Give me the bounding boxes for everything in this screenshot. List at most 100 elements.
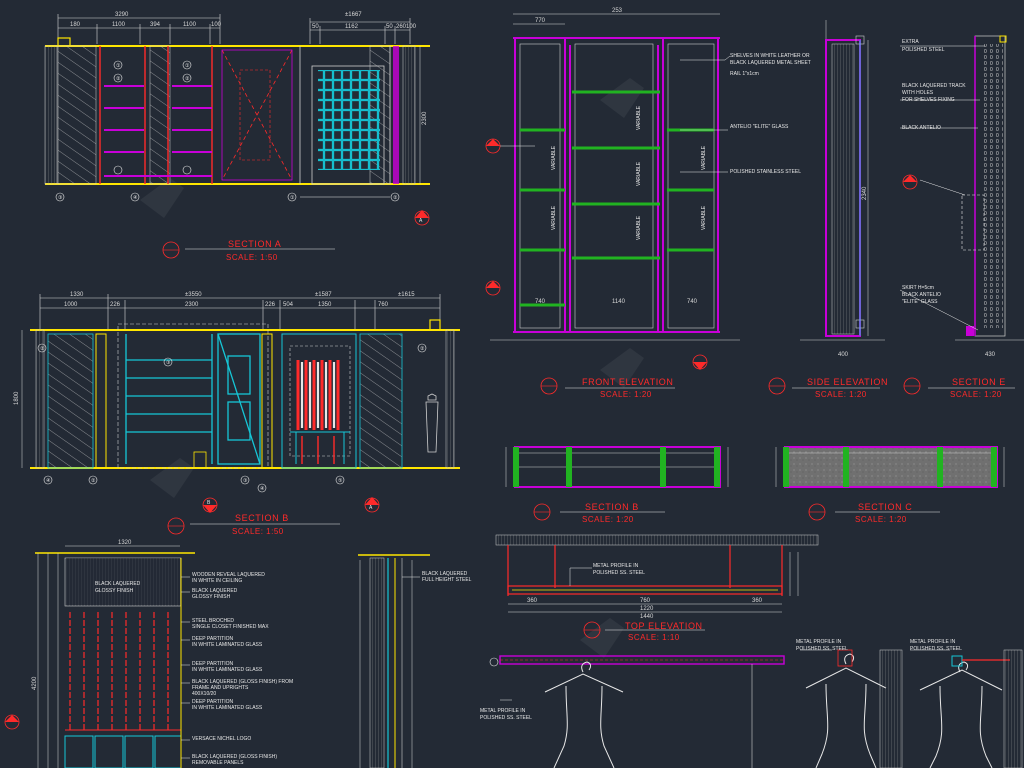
bubble-6: ② [393, 195, 398, 201]
b-dim-2: 1000 [64, 302, 78, 308]
b-dim-5: 226 [265, 302, 276, 308]
e-note-5: FOR SHELVES FIXING [902, 97, 955, 103]
detail-box-note-2: GLOSSY FINISH [95, 588, 134, 594]
dim-right-overall: ±1667 [345, 12, 362, 18]
section-c-drawing: SECTION C SCALE: 1:20 [775, 446, 1005, 524]
wardrobe-detail-drawing: 1320 BLACK LAQUERED GLOSSY FINISH 4200 W… [4, 540, 293, 768]
front-dim-width: 253 [612, 8, 623, 14]
bubble-3: ③ [58, 195, 63, 201]
detail-note-2: IN WHITE IN CEILING [192, 578, 242, 584]
variable-label-7: VARIABLE [701, 205, 707, 230]
e-note-1: EXTRA [902, 39, 919, 45]
section-b-scale: SCALE: 1:50 [232, 527, 284, 536]
e-note-7: SKIRT H=5cm [902, 285, 934, 291]
section-c-scale: SCALE: 1:20 [855, 515, 907, 524]
side-elevation-title: SIDE ELEVATION [807, 377, 888, 387]
b-bubble-8: ⑤ [338, 478, 343, 484]
section-b-small-scale: SCALE: 1:20 [582, 515, 634, 524]
detail-dim-width: 1320 [118, 540, 132, 546]
e-note-3: BLACK LAQUERED TRACK [902, 83, 966, 89]
hanger-a-note-1: METAL PROFILE IN [480, 708, 526, 714]
top-elevation-title: TOP ELEVATION [625, 621, 703, 631]
section-a-scale: SCALE: 1:50 [226, 253, 278, 262]
b-bubble-1: ② [40, 346, 45, 352]
detail-note-8: IN WHITE LAMINATED GLASS [192, 642, 263, 648]
bubble-1b: ① [185, 63, 190, 69]
detail-note-16: VERSACE NICHEL LOGO [192, 736, 251, 742]
top-elevation-drawing: 360 760 360 1220 1440 METAL PROFILE IN P… [495, 534, 819, 642]
front-note-3: RAIL 1"x1cm [730, 71, 759, 77]
b-dim-11: 760 [378, 302, 389, 308]
top-dim-1: 360 [527, 598, 538, 604]
e-note-9: "ELITE" GLASS [902, 299, 938, 305]
e-note-8: BLACK ANTELIO [902, 292, 941, 298]
b-dim-8: 2300 [185, 302, 199, 308]
top-note-2: POLISHED SS. STEEL [593, 570, 645, 576]
front-note-1: SHELVES IN WHITE LEATHER OR [730, 53, 810, 59]
dim-height: 2300 [422, 111, 428, 125]
dim-overall: 3290 [115, 12, 129, 18]
section-marker-b2: A [369, 505, 373, 511]
section-b-drawing: 1330 1000 226 ±3550 226 ±1587 ±1615 2300… [14, 292, 460, 536]
variable-label-5: VARIABLE [636, 215, 642, 240]
b-bubble-4: ④ [46, 478, 51, 484]
dim-right-3: 50 [386, 24, 393, 30]
b-dim-4: ±3550 [185, 292, 202, 298]
detail-note-10: IN WHITE LAMINATED GLASS [192, 667, 263, 673]
dim-5: 100 [211, 22, 222, 28]
b-dim-6: ±1587 [315, 292, 332, 298]
side-elevation-drawing: 2340 400 SIDE ELEVATION SCALE: 1:20 [768, 20, 888, 399]
dress-1 [544, 661, 624, 768]
front-note-5: POLISHED STAINLESS STEEL [730, 169, 801, 175]
e-note-4: WITH HOLES [902, 90, 934, 96]
section-marker-a: A [419, 218, 423, 224]
top-dim-5: 1440 [640, 614, 654, 620]
section-a-title: SECTION A [228, 239, 281, 249]
dim-3: 394 [150, 22, 161, 28]
top-dim-4: 1220 [640, 606, 654, 612]
b-dim-9: 504 [283, 302, 294, 308]
variable-label-2: VARIABLE [551, 205, 557, 230]
variable-label-1: VARIABLE [551, 145, 557, 170]
hanger-a-note-2: POLISHED SS. STEEL [480, 715, 532, 721]
dim-right-2: 1162 [345, 24, 359, 30]
hanger-details: METAL PROFILE IN POLISHED SS. STEEL META… [480, 639, 1023, 768]
detail-side-note-2: FULL HEIGHT STEEL [422, 577, 472, 583]
dim-1: 180 [70, 22, 81, 28]
top-dim-2: 760 [640, 598, 651, 604]
top-elevation-scale: SCALE: 1:10 [628, 633, 680, 642]
side-elevation-scale: SCALE: 1:20 [815, 390, 867, 399]
hanger-c-note-1: METAL PROFILE IN [910, 639, 956, 645]
variable-label-6: VARIABLE [701, 145, 707, 170]
section-e-drawing: EXTRA POLISHED STEEL BLACK LAQUERED TRAC… [899, 35, 1024, 399]
b-bubble-2: ③ [166, 360, 171, 366]
variable-label-4: VARIABLE [636, 161, 642, 186]
side-dim-width: 400 [838, 352, 849, 358]
front-bottom-dim-1: 740 [535, 299, 546, 305]
detail-note-15: IN WHITE LAMINATED GLASS [192, 705, 263, 711]
section-e-scale: SCALE: 1:20 [950, 390, 1002, 399]
section-b-title: SECTION B [235, 513, 289, 523]
bubble-2b: ② [185, 76, 190, 82]
side-dim-height: 2340 [862, 186, 868, 200]
front-dim-left: 770 [535, 18, 546, 24]
bubble-4: ④ [133, 195, 138, 201]
front-note-2: BLACK LAQUERED METAL SHEET [730, 60, 811, 66]
front-elevation-title: FRONT ELEVATION [582, 377, 674, 387]
top-note-1: METAL PROFILE IN [593, 563, 639, 569]
detail-note-13: 400X10/20 [192, 691, 216, 697]
detail-dim-height: 4200 [32, 676, 38, 690]
b-bubble-7: ④ [260, 486, 265, 492]
section-c-title: SECTION C [858, 502, 912, 512]
e-dim-width: 430 [985, 352, 996, 358]
dress-2 [805, 653, 887, 768]
e-note-2: POLISHED STEEL [902, 47, 945, 53]
section-a-drawing: 3290 180 1100 394 1100 100 ±1667 50 1162… [44, 12, 430, 262]
b-dim-1: 1330 [70, 292, 84, 298]
b-dim-3: 226 [110, 302, 121, 308]
b-bubble-5: ② [91, 478, 96, 484]
dim-2: 1100 [112, 22, 126, 28]
top-dim-3: 360 [752, 598, 763, 604]
front-bottom-dim-2: 1140 [612, 299, 626, 305]
hanger-b-note-2: POLISHED SS. STEEL [796, 646, 848, 652]
